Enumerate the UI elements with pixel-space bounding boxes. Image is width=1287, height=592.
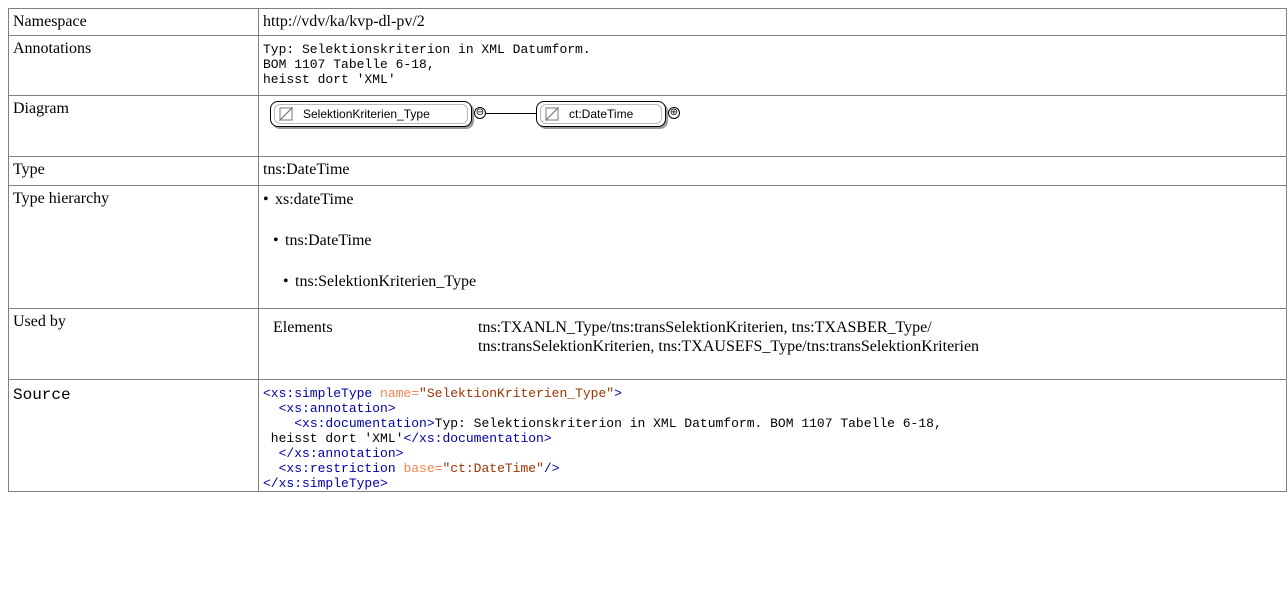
source-line: <xs:restriction base="ct:DateTime"/> (278, 461, 560, 476)
source-line: </xs:annotation> (278, 446, 404, 461)
used-by-line[interactable]: tns:TXANLN_Type/tns:transSelektionKriter… (478, 318, 1281, 337)
used-by-row: Used by Elements tns:TXANLN_Type/tns:tra… (8, 308, 1287, 380)
annotations-value: Typ: Selektionskriterion in XML Datumfor… (258, 35, 1287, 96)
used-by-value: Elements tns:TXANLN_Type/tns:transSelekt… (258, 308, 1287, 380)
used-by-entry: Elements tns:TXANLN_Type/tns:transSelekt… (263, 318, 1281, 356)
type-value: tns:DateTime (258, 156, 1287, 186)
annotations-label: Annotations (8, 35, 259, 96)
source-line: heisst dort 'XML'</xs:documentation> (263, 431, 552, 446)
namespace-value: http://vdv/ka/kvp-dl-pv/2 (258, 8, 1287, 36)
connector-line (486, 113, 536, 114)
used-by-label: Used by (8, 308, 259, 380)
hierarchy-list: xs:dateTime tns:DateTime tns:SelektionKr… (263, 190, 1281, 291)
source-row: Source <xs:simpleType name="SelektionKri… (8, 379, 1287, 492)
source-label: Source (8, 379, 259, 492)
hierarchy-item: xs:dateTime (263, 190, 1281, 209)
hierarchy-item: tns:SelektionKriterien_Type (283, 272, 1281, 291)
expand-icon[interactable]: ⊕ (668, 107, 680, 119)
simple-type-icon (545, 107, 559, 121)
source-line: </xs:simpleType> (263, 476, 388, 491)
type-label: Type (8, 156, 259, 186)
diagram-label: Diagram (8, 95, 259, 157)
hierarchy-item: tns:DateTime (273, 231, 1281, 250)
used-by-kind: Elements (273, 319, 333, 336)
type-hierarchy-label: Type hierarchy (8, 185, 259, 309)
schema-doc-table: Namespace http://vdv/ka/kvp-dl-pv/2 Anno… (8, 8, 1287, 492)
type-hierarchy-row: Type hierarchy xs:dateTime tns:DateTime … (8, 185, 1287, 309)
namespace-row: Namespace http://vdv/ka/kvp-dl-pv/2 (8, 8, 1287, 36)
simple-type-icon (279, 107, 293, 121)
used-by-line[interactable]: tns:transSelektionKriterien, tns:TXAUSEF… (478, 337, 1281, 356)
source-line: <xs:annotation> (278, 401, 396, 416)
annotation-line: BOM 1107 Tabelle 6-18, (263, 57, 435, 72)
type-row: Type tns:DateTime (8, 156, 1287, 186)
source-value: <xs:simpleType name="SelektionKriterien_… (258, 379, 1287, 492)
ct-datetime-node[interactable]: ct:DateTime (536, 101, 666, 127)
source-line: <xs:documentation>Typ: Selektionskriteri… (294, 416, 942, 431)
source-line: <xs:simpleType name="SelektionKriterien_… (263, 386, 622, 401)
namespace-label: Namespace (8, 8, 259, 36)
diagram-row: Diagram SelektionKriterien_Type ⊖ ct:Dat… (8, 95, 1287, 157)
collapse-icon[interactable]: ⊖ (474, 107, 486, 119)
type-diagram: SelektionKriterien_Type ⊖ ct:DateTime ⊕ (263, 99, 1281, 129)
node-name: ct:DateTime (569, 106, 634, 121)
node-name: SelektionKriterien_Type (303, 106, 430, 121)
annotation-line: heisst dort 'XML' (263, 72, 396, 87)
selektion-type-node[interactable]: SelektionKriterien_Type (270, 101, 472, 127)
type-hierarchy-value: xs:dateTime tns:DateTime tns:SelektionKr… (258, 185, 1287, 309)
annotations-row: Annotations Typ: Selektionskriterion in … (8, 35, 1287, 96)
diagram-value: SelektionKriterien_Type ⊖ ct:DateTime ⊕ (258, 95, 1287, 157)
annotation-line: Typ: Selektionskriterion in XML Datumfor… (263, 42, 591, 57)
used-by-elements: tns:TXANLN_Type/tns:transSelektionKriter… (478, 318, 1281, 356)
